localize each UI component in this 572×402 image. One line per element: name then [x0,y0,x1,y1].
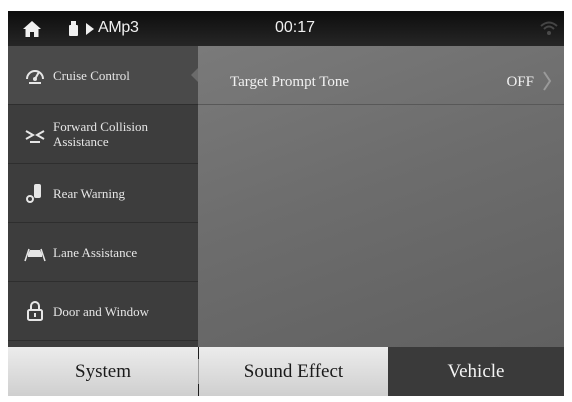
display-screen: AMp3 00:17 Cruise Control Forward Collis… [8,11,564,396]
sidebar-item-label: Door and Window [53,303,150,319]
sidebar: Cruise Control Forward Collision Assista… [8,46,199,347]
settings-panel: Target Prompt Tone OFF [198,46,564,347]
sidebar-item-label: Lane Assistance [53,244,138,260]
wifi-signal-icon [540,21,558,35]
play-icon [86,23,94,35]
tab-label: System [75,360,131,382]
setting-row-target-prompt-tone[interactable]: Target Prompt Tone OFF [198,46,564,105]
sidebar-item-forward-collision-assistance[interactable]: Forward Collision Assistance [8,105,198,164]
tab-divider [198,359,199,384]
media-source-label: AMp3 [98,19,139,36]
collision-icon [25,130,45,143]
speedometer-icon [26,70,44,84]
sidebar-item-label: Forward Collision Assistance [53,119,148,149]
usb-icon [69,21,78,36]
bottom-tab-bar: System Sound Effect Vehicle [8,347,564,396]
sidebar-item-lane-assistance[interactable]: Lane Assistance [8,223,198,282]
tab-label: Sound Effect [243,360,344,382]
setting-value: OFF [506,74,534,90]
status-bar: AMp3 00:17 [8,11,564,46]
rear-warning-icon [26,184,41,203]
chevron-right-icon[interactable] [542,70,552,92]
sidebar-item-label: Rear Warning [53,185,125,201]
sidebar-item-rear-warning[interactable]: Rear Warning [8,164,198,223]
tab-system[interactable]: System [8,347,198,396]
sidebar-item-door-and-window[interactable]: Door and Window [8,282,198,341]
lock-icon [27,301,43,321]
tab-label: Vehicle [447,360,505,382]
lane-icon [24,248,46,262]
sidebar-item-label: Cruise Control [53,67,130,83]
setting-label: Target Prompt Tone [230,74,349,90]
clock: 00:17 [275,19,316,36]
home-icon[interactable] [22,20,42,38]
sidebar-item-cruise-control[interactable]: Cruise Control [8,46,199,105]
tab-sound-effect[interactable]: Sound Effect [199,347,388,396]
tab-vehicle[interactable]: Vehicle [388,347,564,396]
